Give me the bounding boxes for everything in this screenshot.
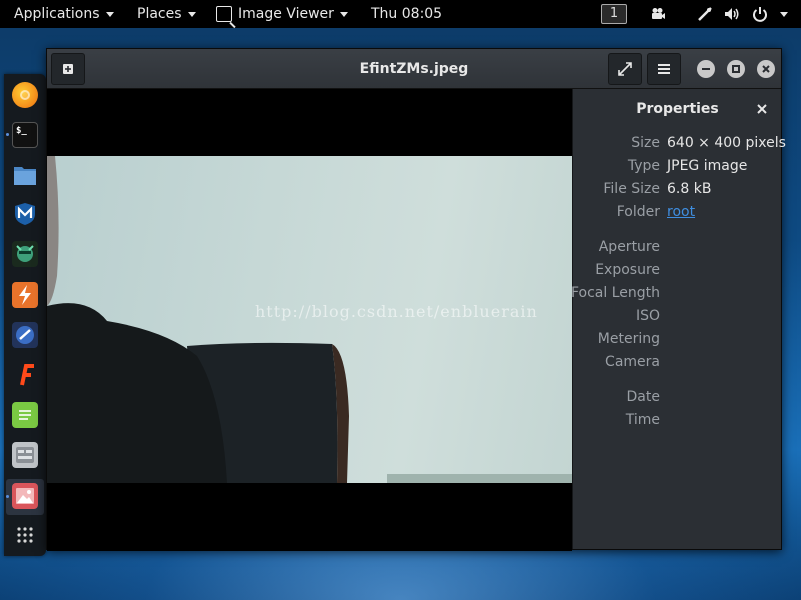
image-canvas[interactable]: http://blog.csdn.net/enbluerain [47, 89, 572, 551]
armitage-face-icon [16, 245, 34, 262]
type-key: Type [627, 158, 660, 174]
time-key: Time [625, 412, 660, 428]
aperture-key: Aperture [598, 239, 660, 255]
faraday-icon[interactable] [12, 362, 38, 388]
top-panel: Applications Places Image Viewer Thu 08:… [0, 0, 801, 28]
shield-m-icon [15, 203, 35, 225]
close-icon[interactable] [755, 102, 769, 116]
armitage-icon[interactable] [12, 241, 38, 267]
folder-icon [14, 167, 36, 185]
date-key: Date [626, 389, 660, 405]
burpsuite-icon[interactable] [12, 282, 38, 308]
notes-icon[interactable] [12, 402, 38, 428]
places-label: Places [137, 6, 182, 22]
focal-length-key: Focal Length [570, 285, 660, 301]
chevron-down-icon [339, 11, 348, 17]
applications-menu[interactable]: Applications [14, 0, 114, 28]
beef-logo-icon [16, 326, 34, 344]
maximize-button[interactable] [727, 60, 745, 78]
lines-icon [19, 410, 31, 420]
metering-key: Metering [597, 331, 660, 347]
app-grid-icon[interactable] [12, 522, 38, 548]
image-viewer-window: EfintZMs.jpeg http://blog.csdn.net/enblu… [46, 48, 786, 551]
running-indicator [6, 495, 9, 498]
chevron-down-icon [105, 11, 114, 17]
folder-key: Folder [616, 204, 660, 220]
app-menu-label: Image Viewer [238, 6, 334, 22]
firefox-core-icon [20, 90, 30, 100]
grid-dots-icon [17, 527, 33, 543]
minimize-button[interactable] [697, 60, 715, 78]
settings-icon[interactable] [12, 442, 38, 468]
tweaks-icon [16, 447, 34, 463]
volume-icon[interactable] [724, 6, 740, 22]
close-button[interactable] [757, 60, 775, 78]
firefox-icon[interactable] [12, 82, 38, 108]
iso-key: ISO [635, 308, 660, 324]
watermark-text: http://blog.csdn.net/enbluerain [255, 302, 538, 321]
metasploit-icon[interactable] [12, 201, 38, 227]
running-indicator [6, 133, 9, 136]
folder-link[interactable]: root [667, 204, 695, 220]
image-viewer-icon[interactable] [12, 483, 38, 509]
new-window-button[interactable] [51, 53, 85, 85]
exposure-key: Exposure [595, 262, 660, 278]
terminal-prompt: $_ [16, 126, 27, 136]
size-key: Size [631, 135, 660, 151]
app-menu[interactable]: Image Viewer [216, 0, 348, 28]
plus-box-icon [63, 64, 73, 74]
dock: $_ [4, 74, 46, 556]
maximize-icon [732, 65, 740, 73]
type-value: JPEG image [667, 158, 748, 174]
places-menu[interactable]: Places [137, 0, 196, 28]
faraday-f-icon [20, 364, 34, 386]
file-size-value: 6.8 kB [667, 181, 712, 197]
properties-title: Properties [636, 101, 719, 117]
terminal-icon[interactable]: $_ [12, 122, 38, 148]
file-size-key: File Size [603, 181, 660, 197]
picture-icon [16, 488, 34, 504]
menu-button[interactable] [647, 53, 681, 85]
displayed-image: http://blog.csdn.net/enbluerain [47, 156, 572, 483]
clock[interactable]: Thu 08:05 [371, 0, 442, 28]
camera-key: Camera [605, 354, 660, 370]
header-bar: EfintZMs.jpeg [47, 49, 781, 89]
chevron-down-icon [187, 11, 196, 17]
files-icon[interactable] [12, 162, 38, 188]
chevron-down-icon[interactable] [780, 12, 788, 17]
video-camera-icon[interactable] [650, 6, 666, 22]
workspace-indicator[interactable]: 1 [601, 4, 627, 24]
lightning-icon [19, 285, 31, 305]
beef-icon[interactable] [12, 322, 38, 348]
power-icon[interactable] [752, 6, 768, 22]
applications-label: Applications [14, 6, 100, 22]
size-value: 640 × 400 pixels [667, 135, 786, 151]
expand-icon [618, 62, 632, 76]
fullscreen-button[interactable] [608, 53, 642, 85]
hamburger-icon [658, 64, 670, 74]
image-viewer-icon [216, 6, 232, 22]
minimize-icon [702, 68, 710, 70]
properties-sidebar: Properties Size 640 × 400 pixels Type JP… [570, 89, 786, 549]
close-icon [762, 65, 770, 73]
network-icon[interactable] [697, 6, 713, 22]
